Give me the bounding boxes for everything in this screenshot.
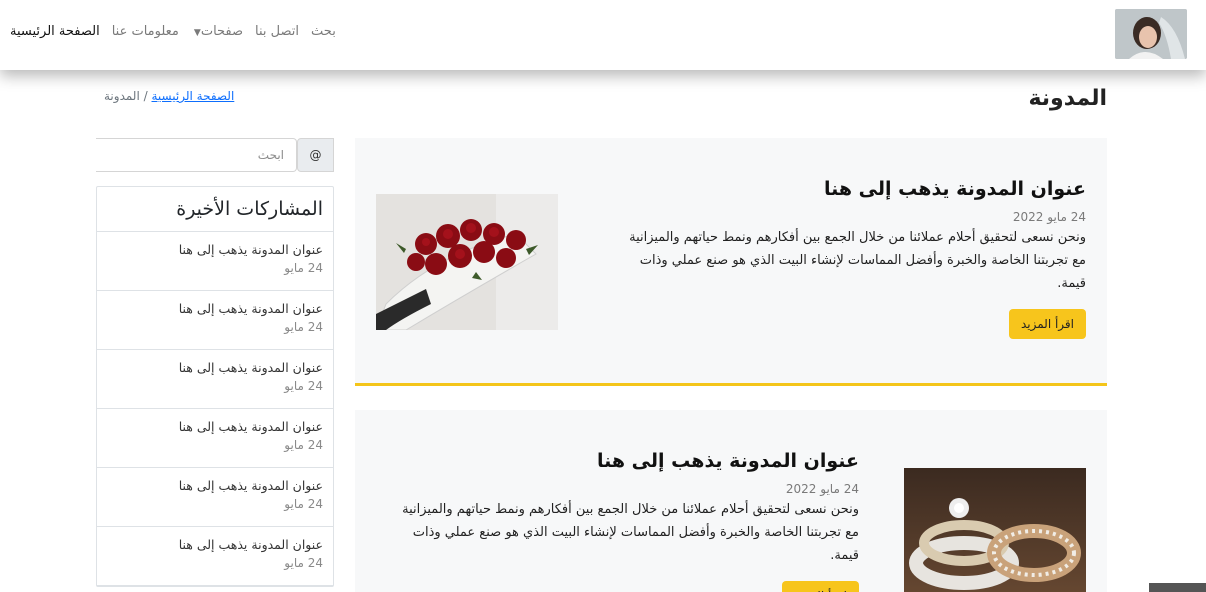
recent-post-item[interactable]: عنوان المدونة يذهب إلى هنا 24 مايو	[97, 350, 333, 409]
nav-contact[interactable]: اتصل بنا	[255, 24, 299, 39]
back-to-top-button[interactable]	[1149, 583, 1206, 592]
search-input[interactable]	[96, 138, 297, 172]
main-nav: الصفحة الرئيسية معلومات عنا صفحات▼ اتصل …	[10, 24, 336, 39]
nav-home[interactable]: الصفحة الرئيسية	[10, 24, 100, 39]
post-excerpt: ونحن نسعى لتحقيق أحلام عملائنا من خلال ا…	[629, 230, 1086, 291]
navbar: الصفحة الرئيسية معلومات عنا صفحات▼ اتصل …	[0, 0, 1206, 70]
breadcrumb: الصفحة الرئيسية / المدونة	[104, 89, 234, 103]
read-more-button[interactable]: اقرأ المزيد	[781, 581, 859, 592]
sidebar: @ المشاركات الأخيرة عنوان المدونة يذهب إ…	[96, 138, 334, 587]
recent-post-item[interactable]: عنوان المدونة يذهب إلى هنا 24 مايو	[97, 468, 333, 527]
caret-down-icon: ▼	[193, 28, 201, 38]
recent-post-item[interactable]: عنوان المدونة يذهب إلى هنا 24 مايو	[97, 527, 333, 586]
post-image-rings[interactable]	[904, 468, 1086, 592]
recent-post-date: 24 مايو	[284, 261, 323, 275]
recent-posts-title: المشاركات الأخيرة	[97, 187, 333, 232]
recent-post-title: عنوان المدونة يذهب إلى هنا	[178, 537, 323, 552]
recent-post-item[interactable]: عنوان المدونة يذهب إلى هنا 24 مايو	[97, 232, 333, 291]
recent-post-date: 24 مايو	[284, 320, 323, 334]
blog-post-card: عنوان المدونة يذهب إلى هنا 24 مايو 2022 …	[355, 138, 1107, 386]
search-group: @	[96, 138, 334, 172]
nav-pages-dropdown[interactable]: صفحات▼	[191, 24, 243, 39]
post-body: عنوان المدونة يذهب إلى هنا 24 مايو 2022 …	[389, 450, 859, 592]
nav-search[interactable]: بحث	[311, 24, 336, 39]
recent-post-date: 24 مايو	[284, 379, 323, 393]
post-title[interactable]: عنوان المدونة يذهب إلى هنا	[389, 450, 859, 472]
recent-post-item[interactable]: عنوان المدونة يذهب إلى هنا 24 مايو	[97, 291, 333, 350]
recent-post-date: 24 مايو	[284, 438, 323, 452]
post-date: 24 مايو 2022	[785, 482, 859, 496]
breadcrumb-separator: /	[143, 89, 148, 103]
recent-post-date: 24 مايو	[284, 497, 323, 511]
site-logo[interactable]	[1115, 9, 1187, 59]
recent-post-item[interactable]: عنوان المدونة يذهب إلى هنا 24 مايو	[97, 409, 333, 468]
read-more-button[interactable]: اقرأ المزيد	[1008, 309, 1086, 339]
nav-pages-label: صفحات	[200, 24, 244, 39]
recent-post-date: 24 مايو	[284, 556, 323, 570]
search-button[interactable]: @	[297, 138, 334, 172]
breadcrumb-home-link[interactable]: الصفحة الرئيسية	[152, 89, 235, 103]
breadcrumb-current: المدونة	[104, 89, 140, 103]
recent-post-title: عنوان المدونة يذهب إلى هنا	[178, 478, 323, 493]
post-body: عنوان المدونة يذهب إلى هنا 24 مايو 2022 …	[616, 178, 1086, 339]
post-image-roses[interactable]	[376, 194, 558, 330]
page-title: المدونة	[1028, 86, 1107, 111]
post-title[interactable]: عنوان المدونة يذهب إلى هنا	[616, 178, 1086, 200]
nav-about[interactable]: معلومات عنا	[112, 24, 179, 39]
post-date: 24 مايو 2022	[1012, 210, 1086, 224]
recent-posts-card: المشاركات الأخيرة عنوان المدونة يذهب إلى…	[96, 186, 334, 587]
recent-post-title: عنوان المدونة يذهب إلى هنا	[178, 301, 323, 316]
recent-post-title: عنوان المدونة يذهب إلى هنا	[178, 419, 323, 434]
post-excerpt: ونحن نسعى لتحقيق أحلام عملائنا من خلال ا…	[402, 502, 859, 563]
blog-post-card: عنوان المدونة يذهب إلى هنا 24 مايو 2022 …	[355, 410, 1107, 592]
recent-post-title: عنوان المدونة يذهب إلى هنا	[178, 360, 323, 375]
recent-post-title: عنوان المدونة يذهب إلى هنا	[178, 242, 323, 257]
